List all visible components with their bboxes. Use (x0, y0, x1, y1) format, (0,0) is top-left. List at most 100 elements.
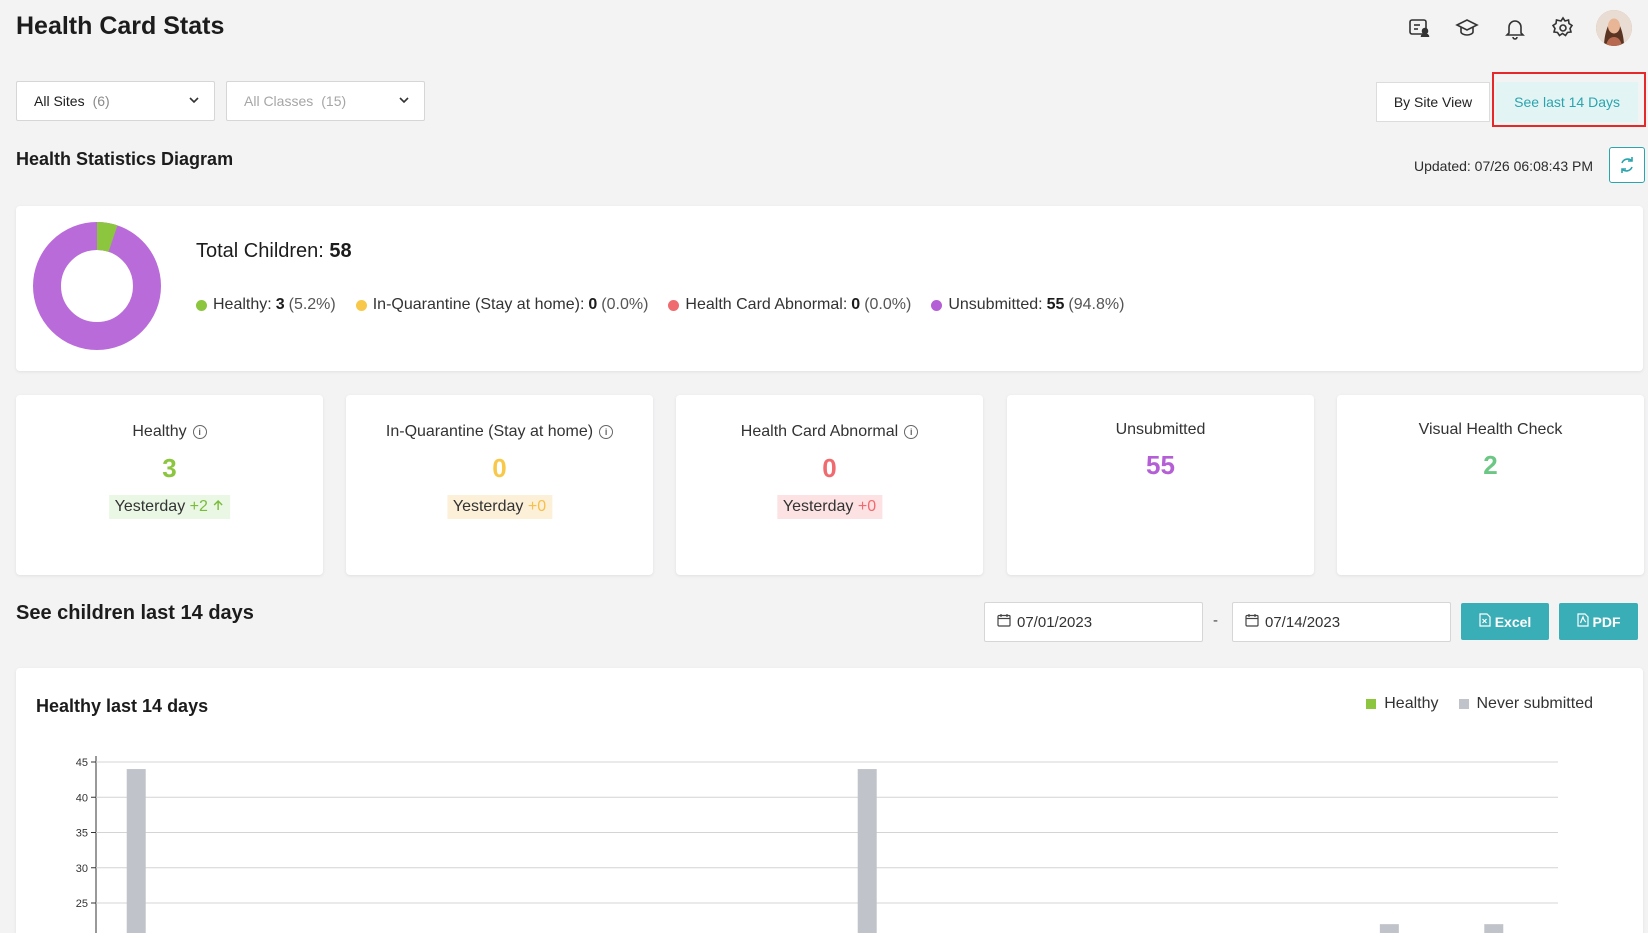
export-pdf-label: PDF (1592, 613, 1621, 630)
legend-value: 3 (275, 296, 285, 313)
legend-value: 0 (851, 296, 861, 313)
sites-dropdown[interactable]: All Sites (6) (16, 81, 215, 121)
y-tick-label: 30 (76, 863, 88, 875)
graduation-cap-icon[interactable] (1452, 13, 1482, 43)
stat-yesterday: Yesterday +0 (776, 495, 883, 519)
legend-value: 55 (1046, 296, 1065, 313)
header-toolbar (1404, 10, 1632, 46)
y-tick-label: 35 (76, 828, 88, 840)
export-pdf-button[interactable]: PDF (1559, 603, 1638, 640)
legend-pct: (0.0%) (601, 296, 649, 313)
date-to-input[interactable]: 07/14/2023 (1232, 602, 1451, 642)
yesterday-label: Yesterday (114, 498, 186, 515)
healthy-chart-card: Healthy last 14 days Healthy Never submi… (16, 668, 1643, 933)
stat-value: 0 (492, 453, 507, 483)
page-title: Health Card Stats (16, 12, 225, 40)
stat-value: 55 (1146, 450, 1175, 480)
total-children-value: 58 (329, 240, 352, 262)
legend-value: 0 (588, 296, 598, 313)
legend-pct: (94.8%) (1068, 296, 1125, 313)
sites-dropdown-count: (6) (92, 93, 110, 109)
legend-healthy: Healthy: 3 (5.2%) (196, 296, 336, 314)
yesterday-delta: +0 (857, 498, 877, 515)
stat-value: 3 (162, 453, 177, 483)
date-from-value: 07/01/2023 (1017, 613, 1093, 631)
stat-card-abnormal[interactable]: Health Card Abnormal i 0 Yesterday +0 (676, 395, 983, 575)
stat-title-text: In-Quarantine (Stay at home) (385, 423, 594, 440)
bar-never-submitted (857, 769, 877, 933)
stat-card-unsubmitted[interactable]: Unsubmitted 55 (1007, 395, 1314, 575)
bell-icon[interactable] (1500, 13, 1530, 43)
calendar-icon (997, 613, 1011, 631)
legend-unsubmitted: Unsubmitted: 55 (94.8%) (931, 296, 1124, 314)
stat-card-healthy[interactable]: Healthy i 3 Yesterday +2 (16, 395, 323, 575)
y-tick-label: 25 (76, 898, 88, 910)
legend-label: In-Quarantine (Stay at home): (372, 296, 585, 313)
date-to-value: 07/14/2023 (1265, 613, 1341, 631)
y-tick-label: 45 (76, 757, 88, 769)
date-range-separator: - (1213, 612, 1218, 629)
info-icon[interactable]: i (904, 425, 919, 439)
total-children: Total Children: 58 (196, 240, 352, 263)
chevron-down-icon (188, 93, 200, 109)
donut-unsubmitted-slice (33, 222, 161, 350)
export-excel-button[interactable]: Excel (1461, 603, 1549, 640)
sites-dropdown-label: All Sites (34, 93, 85, 109)
updated-timestamp: Updated: 07/26 06:08:43 PM (1413, 158, 1593, 174)
classes-dropdown-count: (15) (321, 93, 347, 109)
legend-dot (668, 299, 680, 311)
refresh-icon (1621, 157, 1633, 173)
legend-label: Health Card Abnormal: (685, 296, 848, 313)
info-icon[interactable]: i (599, 425, 614, 439)
gear-icon[interactable] (1548, 13, 1578, 43)
stat-title-text: Visual Health Check (1418, 421, 1563, 438)
classes-dropdown[interactable]: All Classes (15) (226, 81, 425, 121)
legend-pct: (5.2%) (288, 296, 336, 313)
yesterday-delta: +0 (527, 498, 547, 515)
stat-title-text: Healthy (132, 423, 187, 440)
stat-value: 0 (822, 453, 837, 483)
bar-never-submitted (1379, 924, 1399, 933)
range-section-title: See children last 14 days (16, 602, 254, 624)
legend-quarantine: In-Quarantine (Stay at home): 0 (0.0%) (355, 296, 649, 314)
stat-card-quarantine[interactable]: In-Quarantine (Stay at home) i 0 Yesterd… (346, 395, 653, 575)
arrow-up-icon (212, 498, 224, 515)
legend-label: Healthy: (213, 296, 272, 313)
summary-legend: Healthy: 3 (5.2%) In-Quarantine (Stay at… (196, 296, 1124, 314)
legend-dot (196, 299, 207, 311)
stat-card-visual-health-check[interactable]: Visual Health Check 2 (1337, 395, 1644, 575)
stat-title: Health Card Abnormal i (676, 423, 983, 441)
legend-abnormal: Health Card Abnormal: 0 (0.0%) (668, 296, 911, 314)
highlight-box (1492, 72, 1646, 127)
summary-donut-chart (33, 222, 161, 350)
healthy-bar-chart: 25 30 35 40 45 (76, 756, 1558, 933)
pdf-file-icon (1576, 613, 1589, 630)
stat-title: Visual Health Check (1337, 421, 1644, 439)
chat-person-icon[interactable] (1404, 13, 1434, 43)
yesterday-delta: +2 (189, 498, 208, 515)
stat-title-text: Unsubmitted (1115, 421, 1206, 438)
bar-never-submitted (1484, 924, 1504, 933)
bar-never-submitted (126, 769, 146, 933)
legend-dot (931, 299, 943, 311)
stat-value: 2 (1483, 450, 1498, 480)
yesterday-label: Yesterday (782, 498, 854, 515)
stat-title: Unsubmitted (1007, 421, 1314, 439)
avatar[interactable] (1596, 10, 1632, 46)
by-site-view-button[interactable]: By Site View (1375, 82, 1491, 122)
y-tick-label: 40 (76, 792, 88, 804)
info-icon[interactable]: i (192, 425, 207, 439)
stat-yesterday: Yesterday +0 (446, 495, 553, 519)
legend-label: Unsubmitted: (948, 296, 1043, 313)
stat-yesterday: Yesterday +2 (108, 495, 231, 519)
legend-pct: (0.0%) (864, 296, 912, 313)
excel-file-icon (1479, 613, 1491, 630)
stat-title: In-Quarantine (Stay at home) i (346, 423, 653, 441)
calendar-icon (1245, 613, 1259, 631)
yesterday-label: Yesterday (452, 498, 524, 515)
stat-title: Healthy i (16, 423, 323, 441)
classes-dropdown-label: All Classes (244, 93, 314, 109)
date-from-input[interactable]: 07/01/2023 (984, 602, 1203, 642)
refresh-button[interactable] (1609, 147, 1645, 183)
total-children-label: Total Children: (196, 240, 324, 262)
